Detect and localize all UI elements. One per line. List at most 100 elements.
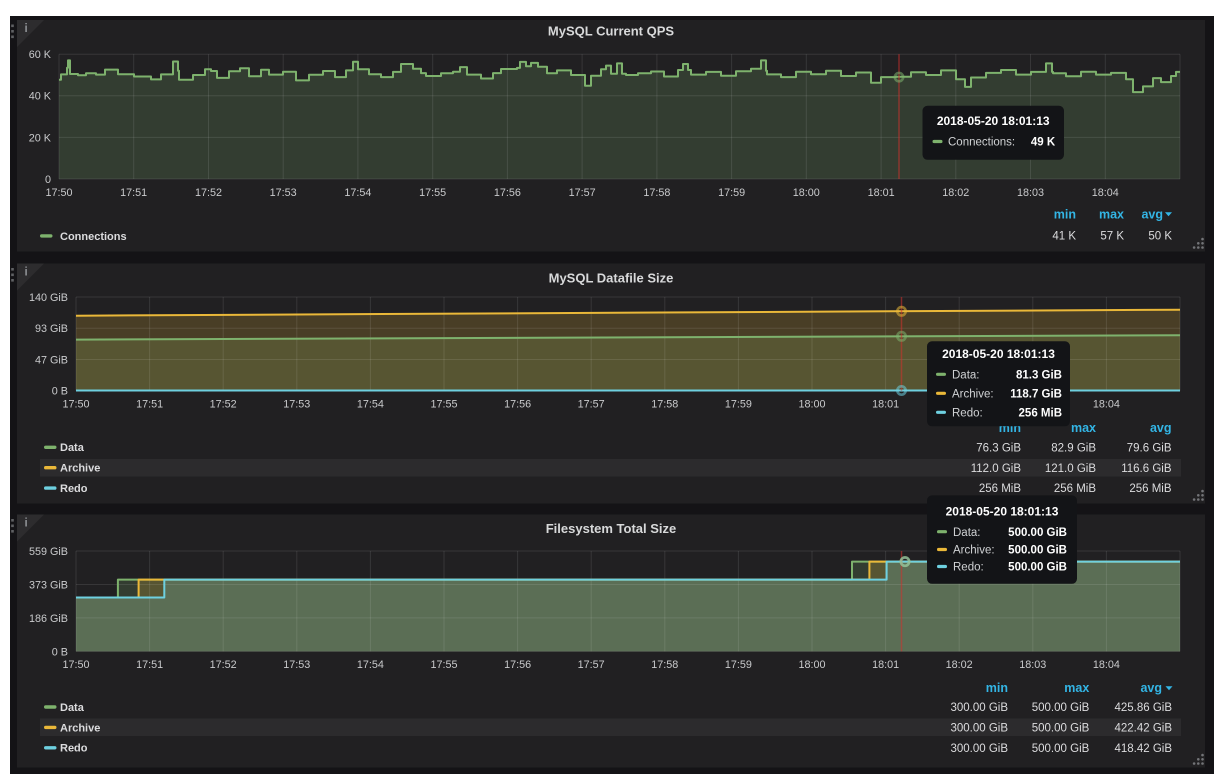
svg-text:Archive:: Archive: — [953, 545, 995, 557]
svg-text:17:54: 17:54 — [357, 659, 384, 671]
svg-text:max: max — [1099, 207, 1124, 221]
svg-text:17:56: 17:56 — [504, 398, 531, 410]
svg-text:425.86 GiB: 425.86 GiB — [1114, 702, 1172, 714]
svg-text:17:57: 17:57 — [569, 187, 596, 199]
svg-text:17:56: 17:56 — [504, 659, 531, 671]
svg-text:422.42 GiB: 422.42 GiB — [1114, 723, 1172, 735]
svg-text:300.00 GiB: 300.00 GiB — [950, 743, 1008, 755]
svg-text:Connections: Connections — [60, 231, 127, 243]
svg-text:256 MiB: 256 MiB — [1019, 407, 1062, 419]
svg-text:112.0 GiB: 112.0 GiB — [971, 463, 1022, 475]
svg-text:avg: avg — [1140, 681, 1162, 695]
svg-text:17:52: 17:52 — [195, 187, 222, 199]
svg-text:47 GiB: 47 GiB — [35, 354, 68, 366]
svg-text:avg: avg — [1141, 207, 1163, 221]
svg-text:93 GiB: 93 GiB — [35, 323, 68, 335]
svg-text:2018-05-20 18:01:13: 2018-05-20 18:01:13 — [942, 347, 1055, 361]
svg-text:Data: Data — [60, 442, 85, 454]
svg-text:MySQL Current QPS: MySQL Current QPS — [548, 24, 675, 39]
svg-text:0 B: 0 B — [52, 646, 68, 658]
svg-text:17:54: 17:54 — [344, 187, 371, 199]
svg-text:559 GiB: 559 GiB — [29, 546, 68, 558]
svg-text:i: i — [25, 267, 28, 279]
svg-text:256 MiB: 256 MiB — [1054, 483, 1097, 495]
svg-text:Filesystem Total Size: Filesystem Total Size — [546, 521, 677, 536]
svg-text:17:59: 17:59 — [725, 398, 752, 410]
svg-text:18:02: 18:02 — [946, 659, 973, 671]
svg-text:17:51: 17:51 — [136, 398, 163, 410]
svg-text:418.42 GiB: 418.42 GiB — [1114, 743, 1172, 755]
svg-text:18:01: 18:01 — [872, 659, 899, 671]
svg-text:256 MiB: 256 MiB — [1129, 483, 1172, 495]
svg-text:2018-05-20 18:01:13: 2018-05-20 18:01:13 — [937, 114, 1050, 128]
svg-text:116.6 GiB: 116.6 GiB — [1121, 463, 1172, 475]
svg-text:60 K: 60 K — [29, 49, 52, 61]
svg-text:18:02: 18:02 — [942, 187, 969, 199]
svg-text:81.3 GiB: 81.3 GiB — [1016, 369, 1062, 381]
svg-text:18:04: 18:04 — [1093, 659, 1120, 671]
svg-text:17:55: 17:55 — [419, 187, 446, 199]
svg-text:17:53: 17:53 — [270, 187, 297, 199]
svg-text:17:59: 17:59 — [718, 187, 745, 199]
svg-text:17:52: 17:52 — [210, 398, 237, 410]
svg-text:18:04: 18:04 — [1093, 398, 1120, 410]
svg-text:Data: Data — [60, 702, 85, 714]
svg-text:49 K: 49 K — [1031, 137, 1056, 149]
svg-text:18:03: 18:03 — [1019, 659, 1046, 671]
svg-text:max: max — [1064, 681, 1089, 695]
svg-text:500.00 GiB: 500.00 GiB — [1032, 743, 1090, 755]
svg-text:18:04: 18:04 — [1092, 187, 1119, 199]
svg-text:18:00: 18:00 — [798, 398, 825, 410]
svg-text:17:54: 17:54 — [357, 398, 384, 410]
svg-text:MySQL Datafile Size: MySQL Datafile Size — [549, 271, 674, 286]
svg-text:Archive: Archive — [60, 722, 100, 734]
svg-text:Data:: Data: — [952, 369, 980, 381]
svg-text:82.9 GiB: 82.9 GiB — [1051, 442, 1096, 454]
svg-text:Redo:: Redo: — [953, 562, 984, 574]
svg-text:79.6 GiB: 79.6 GiB — [1127, 442, 1172, 454]
svg-text:18:01: 18:01 — [872, 398, 899, 410]
svg-text:17:56: 17:56 — [494, 187, 521, 199]
svg-text:140 GiB: 140 GiB — [29, 292, 68, 304]
svg-text:17:57: 17:57 — [578, 659, 605, 671]
svg-text:17:55: 17:55 — [430, 398, 457, 410]
svg-text:2018-05-20 18:01:13: 2018-05-20 18:01:13 — [946, 504, 1059, 518]
svg-text:373 GiB: 373 GiB — [29, 579, 68, 591]
svg-text:17:55: 17:55 — [430, 659, 457, 671]
svg-text:0: 0 — [45, 174, 51, 186]
svg-text:121.0 GiB: 121.0 GiB — [1045, 463, 1096, 475]
svg-text:Archive: Archive — [60, 463, 100, 475]
svg-text:18:00: 18:00 — [793, 187, 820, 199]
svg-text:20 K: 20 K — [29, 132, 52, 144]
svg-text:18:01: 18:01 — [868, 187, 895, 199]
svg-text:Data:: Data: — [953, 527, 981, 539]
svg-text:Redo: Redo — [60, 483, 88, 495]
svg-text:17:51: 17:51 — [120, 187, 147, 199]
svg-text:76.3 GiB: 76.3 GiB — [976, 442, 1021, 454]
svg-text:500.00 GiB: 500.00 GiB — [1008, 545, 1067, 557]
svg-text:300.00 GiB: 300.00 GiB — [950, 723, 1008, 735]
svg-text:17:52: 17:52 — [210, 659, 237, 671]
svg-text:17:53: 17:53 — [283, 659, 310, 671]
svg-text:max: max — [1071, 421, 1096, 435]
svg-text:Redo:: Redo: — [952, 407, 983, 419]
svg-text:Archive:: Archive: — [952, 388, 994, 400]
svg-text:57 K: 57 K — [1100, 230, 1124, 242]
svg-text:17:57: 17:57 — [578, 398, 605, 410]
svg-text:17:58: 17:58 — [643, 187, 670, 199]
svg-text:i: i — [25, 518, 28, 530]
svg-text:500.00 GiB: 500.00 GiB — [1008, 527, 1067, 539]
svg-text:min: min — [1054, 207, 1076, 221]
svg-text:40 K: 40 K — [29, 91, 52, 103]
svg-text:i: i — [25, 23, 28, 35]
svg-text:500.00 GiB: 500.00 GiB — [1008, 562, 1067, 574]
svg-text:300.00 GiB: 300.00 GiB — [950, 702, 1008, 714]
svg-text:avg: avg — [1150, 421, 1172, 435]
svg-text:Redo: Redo — [60, 743, 88, 755]
svg-text:18:00: 18:00 — [798, 659, 825, 671]
svg-text:41 K: 41 K — [1052, 230, 1076, 242]
svg-text:118.7 GiB: 118.7 GiB — [1010, 388, 1062, 400]
svg-text:186 GiB: 186 GiB — [29, 613, 68, 625]
svg-text:17:58: 17:58 — [651, 398, 678, 410]
svg-text:17:58: 17:58 — [651, 659, 678, 671]
